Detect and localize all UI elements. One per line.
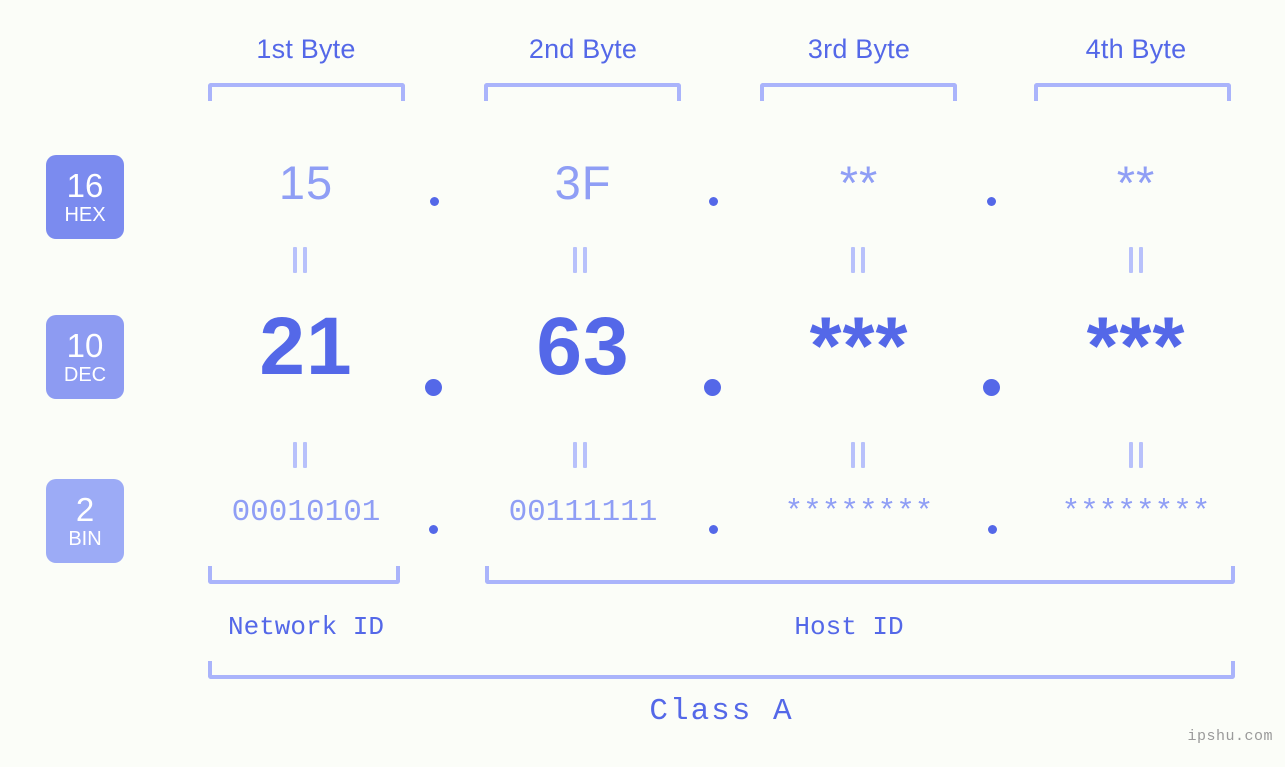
byte-header-3: 3rd Byte — [807, 34, 911, 64]
hex-separator-dot-2 — [709, 197, 718, 206]
byte-header-4: 4th Byte — [1085, 34, 1187, 64]
equals-connector-hex-dec-1 — [293, 247, 307, 273]
dec-byte-4: *** — [1086, 301, 1186, 392]
class-bracket — [208, 661, 1235, 679]
equals-connector-dec-bin-2 — [573, 442, 587, 468]
ip-address-breakdown-diagram: 1st Byte 2nd Byte 3rd Byte 4th Byte 16 H… — [0, 0, 1285, 767]
bin-byte-4: ******** — [1061, 495, 1211, 530]
host-id-bracket — [485, 566, 1235, 584]
base-badge-bin-number: 2 — [75, 491, 95, 528]
equals-connector-dec-bin-4 — [1129, 442, 1143, 468]
bin-separator-dot-1 — [429, 525, 438, 534]
hex-byte-4: ** — [1116, 156, 1156, 209]
base-badge-hex-number: 16 — [66, 167, 104, 204]
hex-separator-dot-3 — [987, 197, 996, 206]
hex-byte-3: ** — [839, 156, 879, 209]
base-badge-hex-name: HEX — [64, 204, 106, 226]
equals-connector-hex-dec-2 — [573, 247, 587, 273]
dec-separator-dot-1 — [425, 379, 442, 396]
base-badge-dec-name: DEC — [63, 364, 107, 386]
bin-byte-1: 00010101 — [231, 495, 381, 530]
dec-byte-1: 21 — [259, 301, 353, 392]
bin-byte-3: ******** — [784, 495, 934, 530]
host-id-label: Host ID — [794, 612, 904, 642]
byte-bracket-2 — [484, 83, 681, 101]
dec-separator-dot-3 — [983, 379, 1000, 396]
hex-separator-dot-1 — [430, 197, 439, 206]
byte-header-1: 1st Byte — [256, 34, 356, 64]
hex-byte-1: 15 — [278, 156, 334, 209]
equals-connector-hex-dec-4 — [1129, 247, 1143, 273]
byte-bracket-4 — [1034, 83, 1231, 101]
byte-header-2: 2nd Byte — [528, 34, 638, 64]
base-badge-bin: 2 BIN — [46, 479, 124, 563]
network-id-label: Network ID — [227, 612, 385, 642]
dec-byte-2: 63 — [536, 301, 630, 392]
base-badge-dec: 10 DEC — [46, 315, 124, 399]
class-label: Class A — [649, 694, 794, 729]
equals-connector-hex-dec-3 — [851, 247, 865, 273]
bin-separator-dot-2 — [709, 525, 718, 534]
base-badge-hex: 16 HEX — [46, 155, 124, 239]
base-badge-dec-number: 10 — [66, 327, 104, 364]
bin-separator-dot-3 — [988, 525, 997, 534]
equals-connector-dec-bin-1 — [293, 442, 307, 468]
dec-separator-dot-2 — [704, 379, 721, 396]
base-badge-bin-name: BIN — [68, 528, 102, 550]
bin-byte-2: 00111111 — [508, 495, 658, 530]
network-id-bracket — [208, 566, 400, 584]
site-watermark: ipshu.com — [1187, 728, 1273, 745]
byte-bracket-3 — [760, 83, 957, 101]
hex-byte-2: 3F — [554, 156, 612, 209]
equals-connector-dec-bin-3 — [851, 442, 865, 468]
byte-bracket-1 — [208, 83, 405, 101]
dec-byte-3: *** — [809, 301, 909, 392]
